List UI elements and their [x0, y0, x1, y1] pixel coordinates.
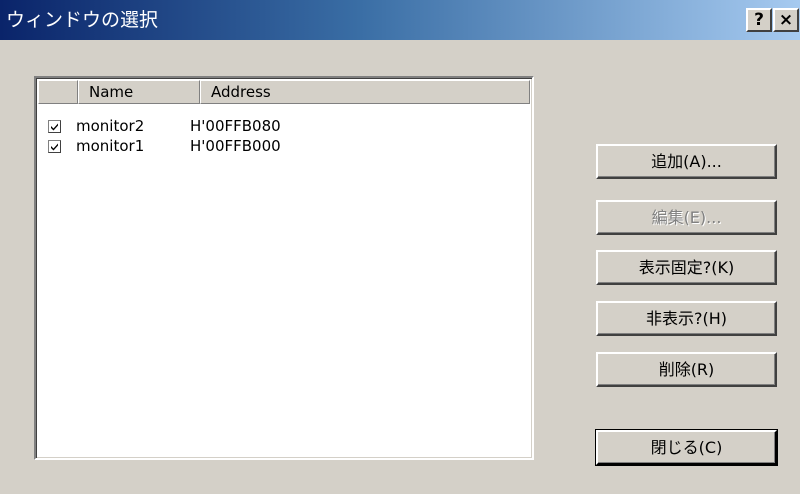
- close-window-button[interactable]: ×: [773, 8, 799, 32]
- checkmark-icon: [51, 143, 58, 151]
- row-checkbox[interactable]: [48, 120, 61, 133]
- edit-button[interactable]: 編集(E)...: [596, 200, 777, 235]
- close-button[interactable]: 閉じる(C): [595, 429, 778, 466]
- row-name: monitor1: [76, 137, 145, 155]
- window-title: ウィンドウの選択: [6, 9, 159, 31]
- column-header-name[interactable]: Name: [78, 80, 200, 104]
- row-address: H'00FFB080: [190, 117, 281, 135]
- column-header-address[interactable]: Address: [200, 80, 530, 104]
- help-button[interactable]: ?: [746, 8, 772, 32]
- add-button[interactable]: 追加(A)...: [596, 144, 777, 179]
- fix-display-button[interactable]: 表示固定?(K): [596, 250, 777, 285]
- title-bar[interactable]: ウィンドウの選択 ? ×: [0, 0, 800, 40]
- row-name: monitor2: [76, 117, 145, 135]
- select-window-dialog: ウィンドウの選択 ? × Name Address monitor2 H'00F…: [0, 0, 800, 494]
- column-header-check[interactable]: [38, 80, 78, 104]
- delete-button[interactable]: 削除(R): [596, 352, 777, 387]
- checkmark-icon: [51, 123, 58, 131]
- list-item[interactable]: monitor2 H'00FFB080: [38, 116, 530, 136]
- hide-button[interactable]: 非表示?(H): [596, 301, 777, 336]
- window-list[interactable]: Name Address monitor2 H'00FFB080 monitor…: [34, 76, 534, 460]
- list-header: Name Address: [38, 80, 530, 104]
- row-address: H'00FFB000: [190, 137, 281, 155]
- list-item[interactable]: monitor1 H'00FFB000: [38, 136, 530, 156]
- row-checkbox[interactable]: [48, 140, 61, 153]
